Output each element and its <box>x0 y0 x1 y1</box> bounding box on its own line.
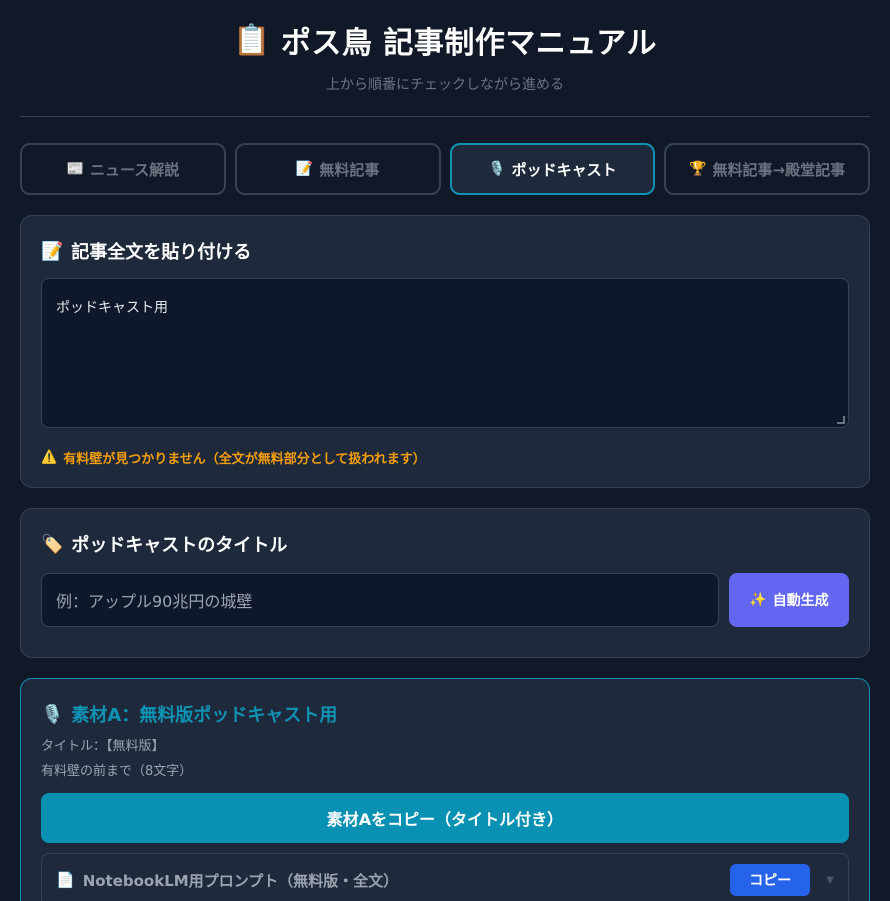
page-subtitle: 上から順番にチェックしながら進める <box>326 77 564 93</box>
paywall-warning: ⚠️ 有料壁が見つかりません（全文が無料部分として扱われます） <box>41 448 849 467</box>
memo-icon: 📝 <box>41 240 64 262</box>
document-icon: 📄 <box>56 871 75 889</box>
clipboard-icon: 📋 <box>233 22 271 58</box>
tab-label: 無料記事 <box>319 160 380 179</box>
material-a-length-line: 有料壁の前まで（8文字） <box>41 764 193 779</box>
podcast-title-heading-text: ポッドキャストのタイトル <box>71 535 288 556</box>
notebooklm-prompt-row[interactable]: 📄 NotebookLM用プロンプト（無料版・全文） コピー ▼ <box>41 853 849 901</box>
header-divider <box>20 116 870 117</box>
warning-icon: ⚠️ <box>41 450 58 465</box>
sparkles-icon: ✨ <box>749 592 767 608</box>
notebooklm-prompt-label: 📄 NotebookLM用プロンプト（無料版・全文） <box>56 870 722 891</box>
copy-material-a-button[interactable]: 素材Aをコピー（タイトル付き） <box>41 793 849 843</box>
article-textarea-value: ポッドキャスト用 <box>56 300 168 316</box>
auto-generate-button[interactable]: ✨ 自動生成 <box>729 573 849 627</box>
notebooklm-prompt-text: NotebookLM用プロンプト（無料版・全文） <box>82 871 399 890</box>
tab-label: ポッドキャスト <box>511 160 617 179</box>
podcast-title-row: 例：アップル90兆円の城壁 ✨ 自動生成 <box>41 573 849 627</box>
microphone-icon: 🎙️ <box>488 161 506 177</box>
material-a-title-line: タイトル：【無料版】 <box>41 739 165 754</box>
tab-label: ニュース解説 <box>89 160 180 179</box>
article-textarea[interactable]: ポッドキャスト用 <box>41 278 849 428</box>
tab-label: 無料記事→殿堂記事 <box>712 160 846 179</box>
material-a-card: 🎙️ 素材A：無料版ポッドキャスト用 タイトル：【無料版】 有料壁の前まで（8文… <box>20 678 870 901</box>
tab-news[interactable]: 📰 ニュース解説 <box>20 143 226 195</box>
copy-prompt-button[interactable]: コピー <box>730 864 811 896</box>
tab-podcast[interactable]: 🎙️ ポッドキャスト <box>449 143 656 195</box>
chevron-down-icon[interactable]: ▼ <box>826 875 834 886</box>
tab-free-article[interactable]: 📝 無料記事 <box>234 143 441 195</box>
article-heading-text: 記事全文を貼り付ける <box>71 242 252 263</box>
page-title: 📋 ポス鳥 記事制作マニュアル <box>0 20 890 62</box>
tab-bar: 📰 ニュース解説 📝 無料記事 🎙️ ポッドキャスト 🏆 無料記事→殿堂記事 <box>20 143 870 195</box>
resize-handle[interactable] <box>837 416 845 424</box>
article-card: 📝 記事全文を貼り付ける ポッドキャスト用 ⚠️ 有料壁が見つかりません（全文が… <box>20 215 870 488</box>
auto-generate-label: 自動生成 <box>772 593 829 609</box>
page-title-text: ポス鳥 記事制作マニュアル <box>280 26 657 61</box>
newspaper-icon: 📰 <box>66 161 84 177</box>
trophy-icon: 🏆 <box>689 161 707 177</box>
podcast-title-card: 🏷️ ポッドキャストのタイトル 例：アップル90兆円の城壁 ✨ 自動生成 <box>20 508 870 658</box>
memo-icon: 📝 <box>295 161 314 177</box>
microphone-icon: 🎙️ <box>41 703 64 725</box>
page-header: 📋 ポス鳥 記事制作マニュアル 上から順番にチェックしながら進める <box>0 0 890 94</box>
tag-icon: 🏷️ <box>41 533 64 555</box>
podcast-title-heading: 🏷️ ポッドキャストのタイトル <box>41 531 849 557</box>
paywall-warning-text: 有料壁が見つかりません（全文が無料部分として扱われます） <box>63 452 426 467</box>
material-a-heading-text: 素材A：無料版ポッドキャスト用 <box>71 705 338 726</box>
podcast-title-placeholder: 例：アップル90兆円の城壁 <box>56 592 253 611</box>
tab-hall-of-fame[interactable]: 🏆 無料記事→殿堂記事 <box>664 143 870 195</box>
material-a-heading: 🎙️ 素材A：無料版ポッドキャスト用 <box>41 701 849 727</box>
podcast-title-input[interactable]: 例：アップル90兆円の城壁 <box>41 573 719 627</box>
article-heading: 📝 記事全文を貼り付ける <box>41 238 849 264</box>
